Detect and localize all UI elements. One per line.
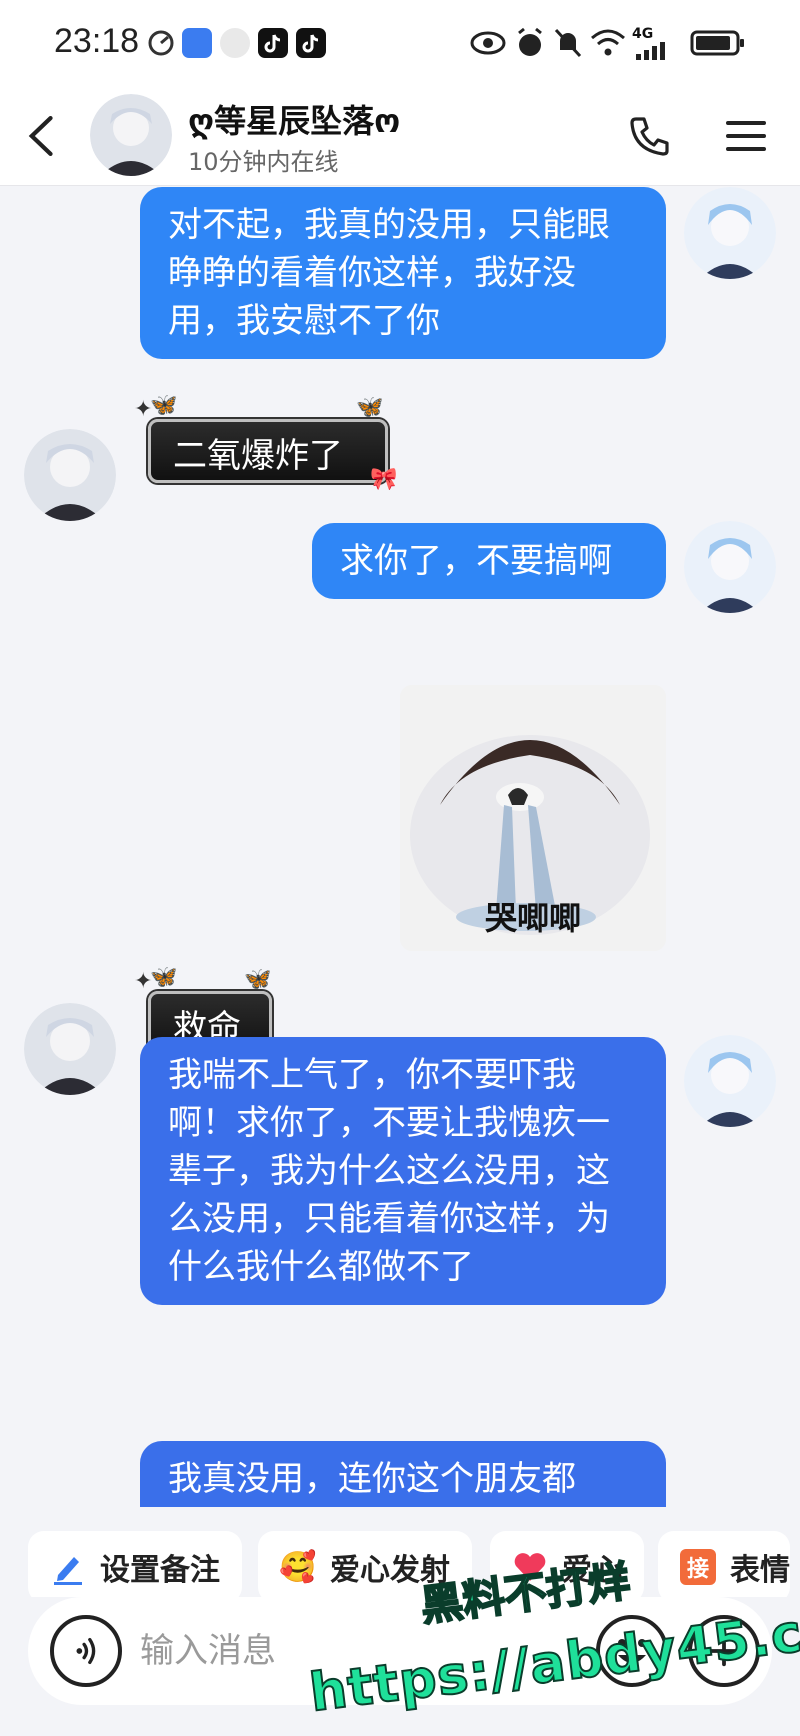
bow-icon: 🎀 [370,467,398,492]
butterfly-icon: 🦋 [150,965,178,990]
contact-avatar[interactable] [90,94,172,176]
call-button[interactable] [622,108,678,164]
message-bubble-outgoing[interactable]: 对不起，我真的没用，只能眼睁睁的看着你这样，我好没用，我安慰不了你 [140,187,666,359]
butterfly-icon: 🦋 [244,967,272,992]
contact-name: ღ等星辰坠落ო [188,102,401,140]
voice-button[interactable] [50,1615,122,1687]
mute-bell-icon [554,28,582,58]
eye-icon [470,31,506,55]
signal-icon: 4G [632,26,676,60]
sticker-message[interactable]: 哭唧唧 [400,685,666,951]
chip-label: 设置备注 [100,1553,220,1588]
message-bubble-outgoing[interactable]: 求你了，不要搞啊 [312,523,666,599]
butterfly-icon: 🦋 [150,393,178,418]
pencil-icon [50,1549,86,1585]
wifi-icon [591,29,625,56]
contact-avatar[interactable] [24,1003,116,1095]
status-time: 23:18 [54,22,140,60]
tiktok-icon [296,28,326,58]
my-avatar[interactable] [684,187,776,279]
sticker-chip[interactable]: 接 表情 [658,1531,790,1603]
status-bar: 23:18 4G [0,0,800,88]
hamburger-menu-icon [726,121,766,151]
speed-icon [148,30,174,56]
quick-action-bar: 设置备注 🥰 爱心发射 爱心 接 表情 [0,1507,800,1603]
voice-icon [76,1637,96,1665]
app-notification-icon [182,28,212,58]
contact-avatar[interactable] [24,429,116,521]
contact-online-status: 10分钟内在线 [188,148,339,176]
back-button[interactable] [14,106,70,166]
tiktok-icon [258,28,288,58]
chat-header: ღ等星辰坠落ო 10分钟内在线 [0,88,800,186]
chip-label: 表情 [730,1553,790,1588]
message-bubble-outgoing[interactable]: 我真没用，连你这个朋友都 [140,1441,666,1507]
chevron-left-icon [28,116,53,156]
app-notification-icon [220,28,250,58]
phone-icon [630,117,669,156]
battery-icon [690,30,744,56]
alarm-icon [518,27,542,56]
message-list[interactable]: 对不起，我真的没用，只能眼睁睁的看着你这样，我好没用，我安慰不了你 ✦ 🦋 🦋 … [0,187,800,1507]
menu-button[interactable] [718,108,774,164]
set-remark-chip[interactable]: 设置备注 [28,1531,242,1603]
sticker-caption: 哭唧唧 [484,899,581,937]
message-bubble-outgoing[interactable]: 我喘不上气了，你不要吓我啊！求你了，不要让我愧疚一辈子，我为什么这么没用，这么没… [140,1037,666,1305]
my-avatar[interactable] [684,1035,776,1127]
butterfly-icon: 🦋 [356,395,384,420]
my-avatar[interactable] [684,521,776,613]
jie-badge-icon: 接 [680,1549,716,1585]
message-bubble-incoming[interactable]: 二氧爆炸了 [148,419,388,483]
heart-burst-icon: 🥰 [279,1549,317,1585]
